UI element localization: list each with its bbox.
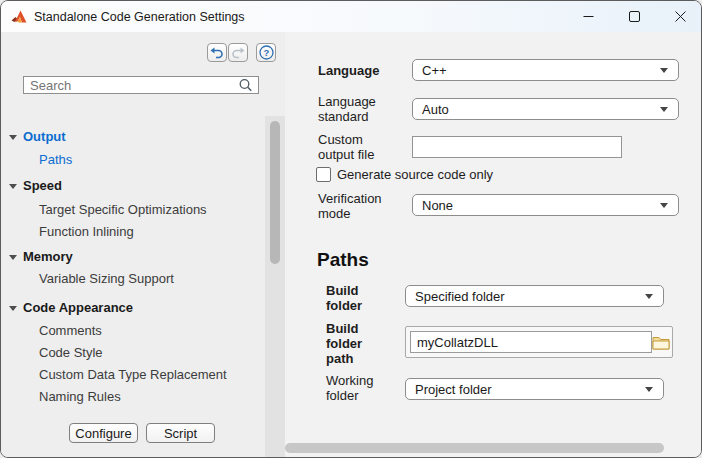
chevron-down-icon — [645, 387, 653, 392]
chevron-down-icon — [645, 294, 653, 299]
help-icon: ? — [259, 45, 274, 60]
sidebar-item-speed[interactable]: Speed — [1, 178, 263, 194]
working-folder-label: Working folder — [326, 373, 388, 403]
configure-button[interactable]: Configure — [69, 423, 138, 443]
svg-text:?: ? — [263, 47, 269, 58]
help-button[interactable]: ? — [256, 43, 276, 62]
search-icon — [238, 78, 253, 93]
chevron-down-icon — [660, 203, 668, 208]
build-folder-path-label: Build folder path — [326, 321, 388, 366]
window-title: Standalone Code Generation Settings — [34, 10, 245, 24]
maximize-button[interactable] — [611, 1, 657, 32]
sidebar-item-memory[interactable]: Memory — [1, 249, 263, 265]
search-placeholder: Search — [30, 78, 238, 93]
search-input[interactable]: Search — [23, 76, 259, 94]
custom-output-file-input[interactable] — [412, 136, 622, 158]
sidebar-item-naming-rules[interactable]: Naming Rules — [1, 389, 263, 405]
expand-arrow-icon[interactable] — [9, 306, 17, 311]
settings-sidebar: ? Search Output Paths Speed Target Speci… — [1, 32, 285, 458]
sidebar-item-function-inlining[interactable]: Function Inlining — [1, 224, 263, 240]
close-button[interactable] — [657, 1, 702, 32]
verification-mode-dropdown[interactable]: None — [412, 194, 679, 216]
sidebar-item-code-appearance[interactable]: Code Appearance — [1, 300, 263, 316]
settings-panel: Language C++ Language standard Auto Cust… — [285, 32, 702, 458]
language-label: Language — [318, 63, 392, 78]
custom-output-file-label: Custom output file — [318, 132, 392, 162]
sidebar-item-output[interactable]: Output — [1, 129, 263, 145]
minimize-button[interactable] — [565, 1, 611, 32]
generate-source-label: Generate source code only — [337, 167, 493, 182]
build-folder-path-input[interactable]: myCollatzDLL — [410, 331, 652, 353]
working-folder-dropdown[interactable]: Project folder — [405, 378, 664, 400]
paths-section-heading: Paths — [317, 249, 369, 271]
language-standard-dropdown[interactable]: Auto — [412, 98, 679, 120]
chevron-down-icon — [660, 68, 668, 73]
undo-icon — [210, 47, 224, 59]
redo-button[interactable] — [228, 43, 248, 62]
folder-icon — [652, 335, 670, 350]
expand-arrow-icon[interactable] — [9, 255, 17, 260]
sidebar-item-target-specific-optimizations[interactable]: Target Specific Optimizations — [1, 202, 263, 218]
script-button[interactable]: Script — [146, 423, 215, 443]
sidebar-item-variable-sizing-support[interactable]: Variable Sizing Support — [1, 271, 263, 287]
expand-arrow-icon[interactable] — [9, 184, 17, 189]
dialog-window: Standalone Code Generation Settings — [0, 0, 702, 458]
undo-button[interactable] — [207, 43, 227, 62]
build-folder-label: Build folder — [326, 283, 388, 313]
horizontal-scrollbar[interactable] — [285, 443, 664, 453]
expand-arrow-icon[interactable] — [9, 135, 17, 140]
browse-folder-button[interactable] — [651, 334, 671, 351]
verification-mode-label: Verification mode — [318, 191, 392, 221]
sidebar-item-custom-data-type-replacement[interactable]: Custom Data Type Replacement — [1, 367, 263, 383]
language-dropdown[interactable]: C++ — [412, 59, 679, 81]
generate-source-checkbox[interactable] — [316, 167, 331, 182]
build-folder-dropdown[interactable]: Specified folder — [405, 285, 664, 307]
build-folder-path-field: myCollatzDLL — [405, 326, 673, 358]
matlab-logo-icon — [11, 9, 28, 25]
chevron-down-icon — [660, 107, 668, 112]
titlebar: Standalone Code Generation Settings — [1, 1, 702, 32]
redo-icon — [231, 47, 245, 59]
sidebar-item-comments[interactable]: Comments — [1, 323, 263, 339]
language-standard-label: Language standard — [318, 94, 392, 124]
sidebar-item-code-style[interactable]: Code Style — [1, 345, 263, 361]
sidebar-item-paths[interactable]: Paths — [1, 152, 263, 168]
sidebar-scrollbar-thumb[interactable] — [270, 121, 280, 264]
